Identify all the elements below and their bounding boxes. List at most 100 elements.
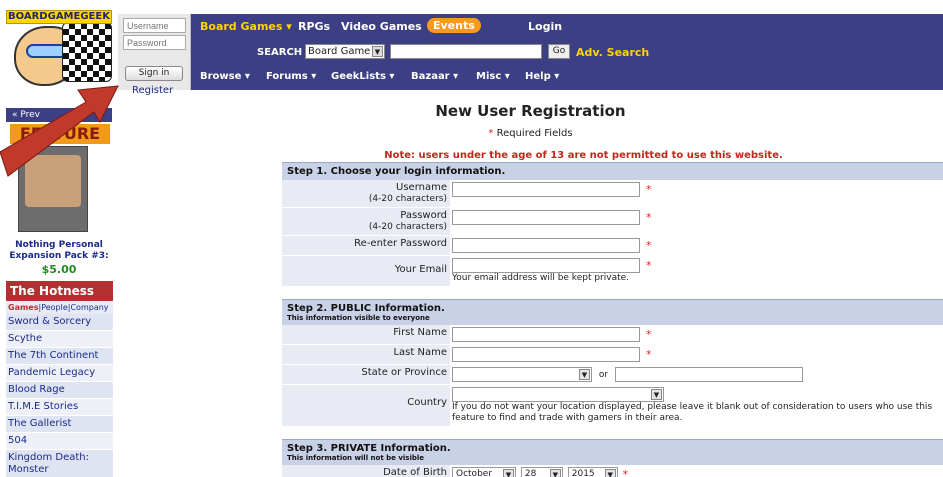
- nav-rpgs[interactable]: RPGs: [298, 20, 330, 33]
- dob-month-select[interactable]: October ▼: [452, 467, 516, 477]
- age-warning: Note: users under the age of 13 are not …: [384, 150, 783, 161]
- search-type-value: Board Game: [308, 46, 371, 57]
- step2-title: Step 2. PUBLIC Information.: [287, 303, 445, 314]
- password-label-text: Password: [400, 210, 447, 221]
- subnav-misc[interactable]: Misc ▾: [476, 71, 510, 82]
- country-row: Country ▼ If you do not want your locati…: [282, 385, 943, 427]
- password-label: Password (4-20 characters): [282, 208, 450, 235]
- last-name-input[interactable]: [452, 347, 640, 362]
- required-star: *: [646, 348, 652, 361]
- reenter-password-input[interactable]: [452, 238, 640, 253]
- search-label: SEARCH: [257, 47, 303, 58]
- first-name-row: First Name *: [282, 325, 943, 345]
- hotness-panel: The Hotness Games|People|Company Sword &…: [6, 281, 113, 477]
- hotness-item[interactable]: The Gallerist: [6, 416, 113, 433]
- province-input[interactable]: [614, 367, 803, 382]
- nav-board-games[interactable]: Board Games ▾: [200, 20, 292, 33]
- dob-label: Date of Birth: [383, 467, 447, 477]
- or-text: or: [598, 370, 609, 380]
- subnav-browse[interactable]: Browse ▾: [200, 71, 250, 82]
- password-hint: (4-20 characters): [368, 222, 447, 232]
- required-fields-text: Required Fields: [496, 128, 573, 139]
- nav-login[interactable]: Login: [528, 20, 562, 33]
- site-logo[interactable]: BOARDGAMEGEEK: [0, 0, 118, 90]
- nav-video-games[interactable]: Video Games: [341, 20, 422, 33]
- last-name-row: Last Name *: [282, 345, 943, 365]
- state-row: State or Province ▼ or: [282, 365, 943, 385]
- ad-caption[interactable]: Nothing Personal Expansion Pack #3:: [4, 240, 114, 262]
- first-name-input[interactable]: [452, 327, 640, 342]
- reenter-password-label: Re-enter Password: [354, 238, 447, 249]
- country-select[interactable]: ▼: [452, 387, 664, 402]
- required-star: *: [646, 211, 652, 224]
- reg-password-input[interactable]: [452, 210, 640, 225]
- hotness-item[interactable]: Blood Rage: [6, 382, 113, 399]
- top-header: Board Games ▾ RPGs Video Games Events Lo…: [191, 14, 943, 90]
- dob-month-value: October: [456, 469, 493, 477]
- sign-in-button[interactable]: Sign in: [125, 66, 183, 81]
- logo-checkered-hat: [62, 22, 112, 82]
- email-row: Your Email * Your email address will be k…: [282, 256, 943, 287]
- required-star: *: [488, 128, 494, 139]
- hotness-tab-others[interactable]: |People|Company: [39, 303, 109, 312]
- username-label: Username (4-20 characters): [282, 180, 450, 207]
- reg-username-input[interactable]: [452, 182, 640, 197]
- dob-day-value: 28: [524, 469, 537, 477]
- required-star: *: [646, 183, 652, 196]
- hotness-tab-games[interactable]: Games: [8, 303, 39, 312]
- password-row: Password (4-20 characters) *: [282, 208, 943, 236]
- dob-day-select[interactable]: 28 ▼: [520, 467, 563, 477]
- country-note: If you do not want your location display…: [452, 402, 933, 423]
- subnav-forums[interactable]: Forums ▾: [266, 71, 316, 82]
- go-button[interactable]: Go: [548, 44, 570, 59]
- password-input[interactable]: [123, 35, 186, 50]
- chevron-down-icon: ▼: [372, 46, 383, 57]
- ad-feature-title: FEATURE: [10, 124, 110, 144]
- prev-ad-button[interactable]: « Prev: [6, 108, 112, 122]
- left-sidebar: « Prev FEATURE Nothing Personal Expansio…: [0, 90, 118, 477]
- required-star: *: [622, 468, 629, 477]
- chevron-down-icon: ▼: [651, 389, 662, 400]
- hotness-item[interactable]: Scythe: [6, 331, 113, 348]
- nav-events[interactable]: Events: [427, 18, 481, 33]
- email-label: Your Email: [394, 264, 447, 275]
- search-type-select[interactable]: Board Game ▼: [305, 44, 385, 59]
- ad-price: $5.00: [41, 263, 77, 276]
- chevron-down-icon: ▼: [579, 369, 590, 380]
- state-label: State or Province: [361, 367, 447, 378]
- ad-product-image[interactable]: [18, 146, 88, 232]
- email-input[interactable]: [452, 258, 640, 273]
- chevron-down-icon: ▼: [503, 469, 514, 477]
- username-row: Username (4-20 characters) *: [282, 180, 943, 208]
- state-select[interactable]: ▼: [452, 367, 592, 382]
- hotness-item[interactable]: Sword & Sorcery: [6, 314, 113, 331]
- username-label-text: Username: [396, 182, 447, 193]
- logo-text: BOARDGAMEGEEK: [6, 10, 112, 24]
- country-label: Country: [407, 397, 447, 408]
- hotness-item[interactable]: 504: [6, 433, 113, 450]
- dob-year-select[interactable]: 2015 ▼: [567, 467, 618, 477]
- username-hint: (4-20 characters): [368, 194, 447, 204]
- step2-header: Step 2. PUBLIC Information. This informat…: [282, 299, 943, 325]
- subnav-bazaar[interactable]: Bazaar ▾: [411, 71, 458, 82]
- subnav-help[interactable]: Help ▾: [525, 71, 559, 82]
- required-star: *: [646, 259, 652, 272]
- step1-title: Step 1. Choose your login information.: [287, 166, 506, 177]
- required-star: *: [646, 239, 652, 252]
- hotness-item[interactable]: The 7th Continent: [6, 348, 113, 365]
- page-title: New User Registration: [435, 102, 626, 120]
- hotness-item[interactable]: Kingdom Death: Monster: [6, 450, 113, 477]
- login-box: Sign in Register: [118, 14, 191, 96]
- step3-title: Step 3. PRIVATE Information.: [287, 443, 451, 454]
- chevron-down-icon: ▼: [604, 469, 616, 477]
- first-name-label: First Name: [393, 327, 447, 338]
- advanced-search-link[interactable]: Adv. Search: [576, 46, 649, 59]
- hotness-item[interactable]: Pandemic Legacy: [6, 365, 113, 382]
- hotness-item[interactable]: T.I.M.E Stories: [6, 399, 113, 416]
- search-input[interactable]: [390, 44, 542, 59]
- required-fields-note: * Required Fields: [118, 128, 943, 139]
- hotness-list: Sword & Sorcery Scythe The 7th Continent…: [6, 314, 113, 477]
- subnav-geeklists[interactable]: GeekLists ▾: [331, 71, 394, 82]
- username-input[interactable]: [123, 18, 186, 33]
- email-privacy-note: Your email address will be kept private.: [452, 273, 630, 283]
